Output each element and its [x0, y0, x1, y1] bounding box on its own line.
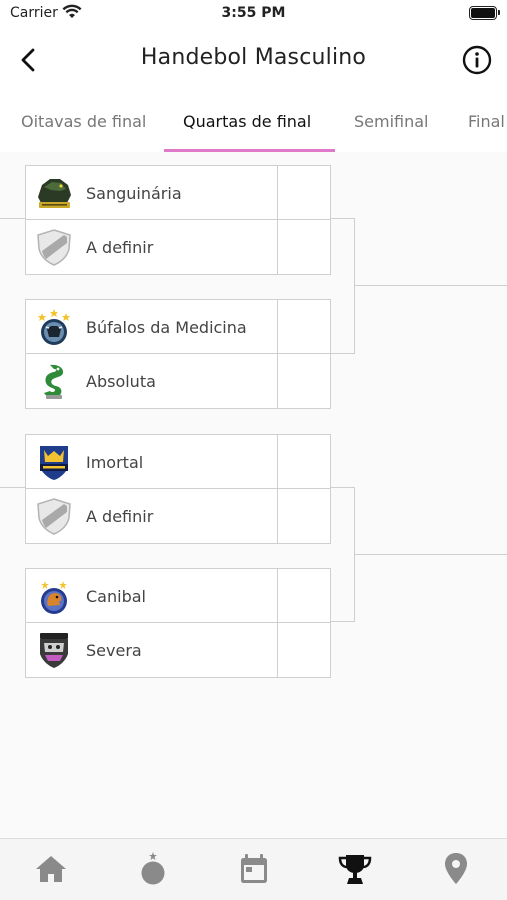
score-box	[277, 623, 330, 677]
bracket-connector	[331, 218, 354, 219]
bracket-connector	[354, 218, 355, 354]
bracket-connector	[331, 353, 354, 354]
info-icon[interactable]	[461, 44, 493, 76]
ball-icon[interactable]	[135, 851, 171, 887]
tab-oitavas-de-final[interactable]: Oitavas de final	[21, 112, 146, 131]
team-card[interactable]: Canibal	[25, 568, 331, 624]
calendar-icon[interactable]	[236, 851, 272, 887]
bracket-connector	[0, 218, 25, 219]
team-card[interactable]: Sanguinária	[25, 165, 331, 221]
bracket-connector	[331, 621, 354, 622]
team-name: Canibal	[86, 586, 146, 606]
clock: 3:55 PM	[221, 5, 286, 21]
score-box	[277, 354, 330, 408]
sanguinaria-logo-icon	[34, 173, 74, 213]
page-title: Handebol Masculino	[140, 45, 367, 70]
team-card[interactable]: Imortal	[25, 434, 331, 490]
bottom-tab-bar	[0, 838, 507, 900]
placeholder-shield-icon	[34, 227, 74, 267]
stage-tabs: Oitavas de final Quartas de final Semifi…	[0, 92, 507, 152]
bracket-connector	[0, 487, 25, 488]
imortal-logo-icon	[34, 442, 74, 482]
severa-logo-icon	[34, 630, 74, 670]
tab-final[interactable]: Final	[468, 112, 505, 131]
tab-semifinal[interactable]: Semifinal	[354, 112, 429, 131]
team-card[interactable]: Severa	[25, 622, 331, 678]
score-box	[277, 220, 330, 274]
team-name: Imortal	[86, 452, 144, 472]
location-pin-icon[interactable]	[438, 851, 474, 887]
team-name: Severa	[86, 640, 142, 660]
team-card[interactable]: Absoluta	[25, 353, 331, 409]
team-card[interactable]: A definir	[25, 488, 331, 544]
score-box	[277, 489, 330, 543]
tab-quartas-de-final[interactable]: Quartas de final	[183, 112, 311, 131]
team-name: Búfalos da Medicina	[86, 317, 247, 337]
placeholder-shield-icon	[34, 496, 74, 536]
bufalos-logo-icon	[34, 307, 74, 347]
canibal-logo-icon	[34, 576, 74, 616]
team-name: Sanguinária	[86, 183, 182, 203]
battery-icon	[469, 6, 500, 20]
team-card[interactable]: Búfalos da Medicina	[25, 299, 331, 355]
nav-bar: Handebol Masculino	[0, 28, 507, 92]
team-name: A definir	[86, 237, 154, 257]
team-card[interactable]: A definir	[25, 219, 331, 275]
trophy-icon[interactable]	[337, 851, 373, 887]
score-box	[277, 435, 330, 489]
team-name: Absoluta	[86, 371, 156, 391]
score-box	[277, 166, 330, 220]
home-icon[interactable]	[33, 851, 69, 887]
bracket-connector	[355, 285, 507, 286]
bracket-connector	[331, 487, 354, 488]
score-box	[277, 569, 330, 623]
score-box	[277, 300, 330, 354]
status-bar: Carrier 3:55 PM	[0, 0, 507, 28]
bracket: Sanguinária A definir Búfalos da Medicin…	[0, 152, 507, 838]
absoluta-logo-icon	[34, 361, 74, 401]
bracket-connector	[355, 554, 507, 555]
team-name: A definir	[86, 506, 154, 526]
